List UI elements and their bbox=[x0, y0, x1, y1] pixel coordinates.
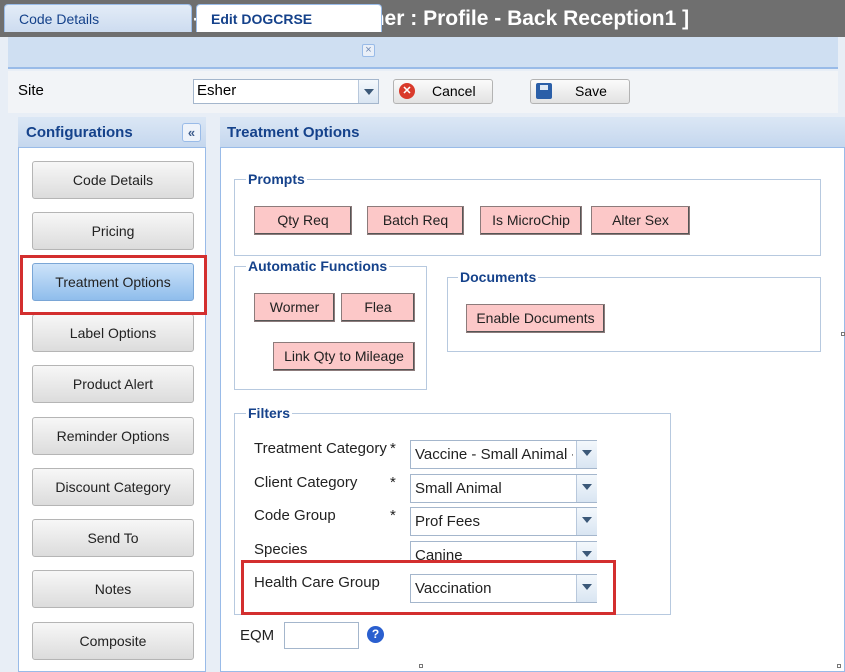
automatic-functions-legend: Automatic Functions bbox=[246, 258, 390, 274]
save-label: Save bbox=[575, 83, 607, 99]
required-mark: * bbox=[390, 507, 396, 524]
cancel-label: Cancel bbox=[432, 83, 476, 99]
highlight-box bbox=[241, 560, 616, 615]
link-qty-to-mileage-button[interactable]: Link Qty to Mileage bbox=[273, 342, 415, 371]
alter-sex-button[interactable]: Alter Sex bbox=[591, 206, 690, 235]
chevron-down-icon[interactable] bbox=[576, 441, 597, 468]
resize-grip[interactable] bbox=[419, 664, 423, 668]
configurations-title: Configurations bbox=[26, 124, 133, 141]
resize-grip[interactable] bbox=[841, 332, 845, 336]
nav-send-to[interactable]: Send To bbox=[32, 519, 194, 557]
required-mark: * bbox=[390, 440, 396, 457]
save-disk-icon bbox=[536, 83, 552, 99]
qty-req-button[interactable]: Qty Req bbox=[254, 206, 352, 235]
nav-discount-category[interactable]: Discount Category bbox=[32, 468, 194, 506]
treatment-options-title: Treatment Options bbox=[227, 124, 360, 141]
required-mark: * bbox=[390, 474, 396, 491]
nav-product-alert[interactable]: Product Alert bbox=[32, 365, 194, 403]
client-category-value: Small Animal bbox=[415, 480, 502, 497]
is-microchip-button[interactable]: Is MicroChip bbox=[480, 206, 582, 235]
tab-edit-dogcrse[interactable]: Edit DOGCRSE bbox=[196, 4, 382, 32]
wormer-button[interactable]: Wormer bbox=[254, 293, 335, 322]
site-value: Esher bbox=[197, 82, 237, 99]
tab-strip bbox=[8, 37, 838, 69]
tab-code-details[interactable]: Code Details bbox=[4, 4, 192, 32]
resize-grip[interactable] bbox=[837, 664, 841, 668]
close-icon[interactable]: × bbox=[362, 44, 375, 57]
code-group-value: Prof Fees bbox=[415, 513, 481, 530]
flea-button[interactable]: Flea bbox=[341, 293, 415, 322]
chevron-down-icon[interactable] bbox=[358, 80, 378, 103]
prompts-legend: Prompts bbox=[246, 171, 307, 187]
eqm-label: EQM bbox=[240, 627, 275, 644]
code-group-label: Code Group bbox=[254, 507, 336, 524]
nav-label-options[interactable]: Label Options bbox=[32, 314, 194, 352]
nav-pricing[interactable]: Pricing bbox=[32, 212, 194, 250]
client-category-label: Client Category bbox=[254, 474, 358, 491]
enable-documents-button[interactable]: Enable Documents bbox=[466, 304, 605, 333]
treatment-category-value: Vaccine - Small Animal - Canine bbox=[415, 446, 573, 463]
chevron-down-icon[interactable] bbox=[576, 508, 597, 535]
documents-legend: Documents bbox=[458, 269, 539, 285]
batch-req-button[interactable]: Batch Req bbox=[367, 206, 464, 235]
nav-reminder-options[interactable]: Reminder Options bbox=[32, 417, 194, 455]
cancel-icon: ✕ bbox=[399, 83, 415, 99]
nav-composite[interactable]: Composite bbox=[32, 622, 194, 660]
automatic-functions-fieldset bbox=[234, 266, 427, 390]
filters-legend: Filters bbox=[246, 405, 293, 421]
species-label: Species bbox=[254, 541, 308, 558]
highlight-box bbox=[20, 255, 207, 315]
treatment-category-label: Treatment Category bbox=[254, 440, 387, 457]
nav-notes[interactable]: Notes bbox=[32, 570, 194, 608]
chevron-down-icon[interactable] bbox=[576, 475, 597, 502]
eqm-input[interactable] bbox=[284, 622, 359, 649]
help-icon[interactable]: ? bbox=[367, 626, 384, 643]
nav-code-details[interactable]: Code Details bbox=[32, 161, 194, 199]
site-label: Site bbox=[18, 82, 44, 99]
double-chevron-left-icon[interactable]: « bbox=[182, 123, 201, 142]
